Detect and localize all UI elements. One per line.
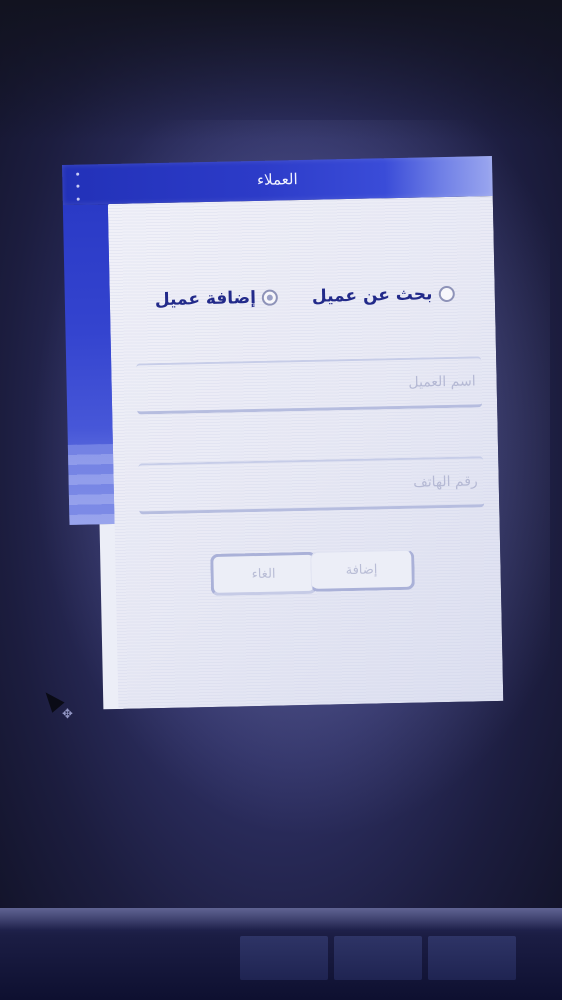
add-button[interactable]: إضافة — [310, 549, 415, 592]
search-customer-radio[interactable]: بحث عن عميل — [312, 284, 455, 307]
move-cursor-icon: ✥ — [62, 707, 73, 722]
monitor-screen: العملاء إضافة عميل بحث عن عميل الغاء — [0, 0, 562, 1000]
radio-unchecked-icon[interactable] — [438, 285, 455, 303]
add-customer-radio-label[interactable]: إضافة عميل — [155, 288, 257, 310]
dialog-side-strip-pattern — [67, 443, 120, 525]
mode-radio-group: إضافة عميل بحث عن عميل — [155, 278, 506, 315]
taskbar-button[interactable] — [428, 936, 516, 980]
customer-name-field[interactable] — [136, 356, 483, 415]
search-customer-radio-label[interactable]: بحث عن عميل — [312, 284, 433, 307]
cancel-button[interactable]: الغاء — [210, 551, 318, 596]
phone-number-field[interactable] — [138, 456, 485, 515]
taskbar-highlight — [0, 908, 562, 930]
phone-number-input[interactable] — [138, 458, 485, 512]
add-customer-radio[interactable]: إضافة عميل — [155, 288, 279, 310]
screen-bezel-shadow — [0, 0, 562, 140]
customer-name-input[interactable] — [136, 358, 483, 412]
taskbar-button[interactable] — [240, 936, 328, 980]
dialog-body: إضافة عميل بحث عن عميل — [107, 195, 506, 709]
radio-checked-icon[interactable] — [261, 289, 279, 306]
customers-dialog: العملاء إضافة عميل بحث عن عميل الغاء — [62, 155, 506, 710]
taskbar-button[interactable] — [334, 936, 422, 980]
dialog-title: العملاء — [256, 170, 298, 189]
